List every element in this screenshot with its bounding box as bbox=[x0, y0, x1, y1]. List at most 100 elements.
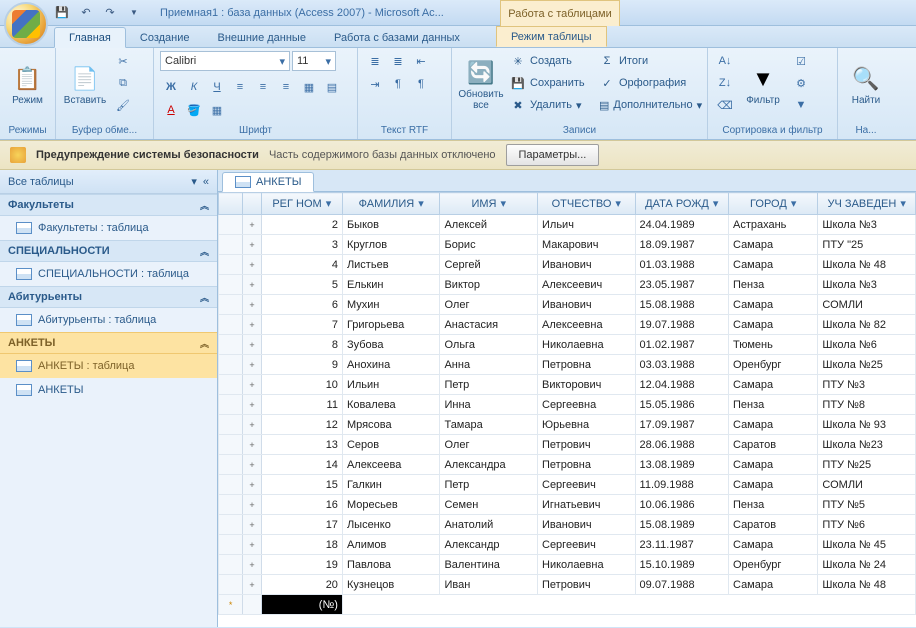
row-selector[interactable] bbox=[219, 435, 243, 455]
expand-button[interactable]: + bbox=[243, 255, 261, 275]
cell[interactable]: 10 bbox=[261, 375, 342, 395]
cell[interactable]: 19.07.1988 bbox=[635, 315, 728, 335]
expand-button[interactable]: + bbox=[243, 235, 261, 255]
new-row[interactable]: *(№) bbox=[219, 595, 916, 615]
table-row[interactable]: +18АлимовАлександрСергеевич23.11.1987Сам… bbox=[219, 535, 916, 555]
expand-button[interactable]: + bbox=[243, 535, 261, 555]
column-header[interactable]: ФАМИЛИЯ▾ bbox=[342, 193, 440, 215]
cell[interactable]: Иван bbox=[440, 575, 538, 595]
cell[interactable]: ПТУ №25 bbox=[818, 455, 916, 475]
table-row[interactable]: +14АлексееваАлександраПетровна13.08.1989… bbox=[219, 455, 916, 475]
cell[interactable]: Галкин bbox=[342, 475, 440, 495]
sort-asc-button[interactable]: A↓ bbox=[714, 51, 736, 71]
cell[interactable]: Астрахань bbox=[729, 215, 818, 235]
underline-button[interactable]: Ч bbox=[206, 77, 228, 97]
cell[interactable]: 17.09.1987 bbox=[635, 415, 728, 435]
cell[interactable]: Школа №23 bbox=[818, 435, 916, 455]
cell[interactable]: Школа №3 bbox=[818, 275, 916, 295]
dropdown-icon[interactable]: ▾ bbox=[326, 198, 332, 210]
row-selector[interactable] bbox=[219, 455, 243, 475]
find-button[interactable]: 🔍 Найти bbox=[844, 51, 888, 119]
cell[interactable]: 2 bbox=[261, 215, 342, 235]
data-grid[interactable]: РЕГ НОМ▾ФАМИЛИЯ▾ИМЯ▾ОТЧЕСТВО▾ДАТА РОЖД▾Г… bbox=[218, 192, 916, 627]
cell[interactable]: Ильич bbox=[538, 215, 636, 235]
cell[interactable]: Семен bbox=[440, 495, 538, 515]
cell[interactable]: Мухин bbox=[342, 295, 440, 315]
row-selector[interactable] bbox=[219, 335, 243, 355]
cell[interactable]: Ильин bbox=[342, 375, 440, 395]
cell[interactable]: Оренбург bbox=[729, 355, 818, 375]
expand-button[interactable]: + bbox=[243, 555, 261, 575]
cell[interactable]: Иванович bbox=[538, 515, 636, 535]
format-painter-button[interactable]: 🖌 bbox=[112, 95, 134, 115]
nav-header[interactable]: Все таблицы ▾ « bbox=[0, 170, 217, 194]
cell[interactable]: Иванович bbox=[538, 255, 636, 275]
column-header[interactable]: ИМЯ▾ bbox=[440, 193, 538, 215]
cell[interactable]: Пенза bbox=[729, 395, 818, 415]
table-row[interactable]: +20КузнецовИванПетрович09.07.1988СамараШ… bbox=[219, 575, 916, 595]
altrow-button[interactable]: ▤ bbox=[321, 77, 343, 97]
options-button[interactable]: Параметры... bbox=[506, 144, 600, 166]
mode-button[interactable]: 📋 Режим bbox=[6, 51, 49, 119]
nav-group-header[interactable]: АНКЕТЫ︽ bbox=[0, 332, 217, 354]
sort-desc-button[interactable]: Z↓ bbox=[714, 73, 736, 93]
dropdown-icon[interactable]: ▾ bbox=[713, 198, 719, 210]
expand-button[interactable]: + bbox=[243, 395, 261, 415]
nav-item[interactable]: СПЕЦИАЛЬНОСТИ : таблица bbox=[0, 262, 217, 286]
cell[interactable]: 28.06.1988 bbox=[635, 435, 728, 455]
cell[interactable]: Анастасия bbox=[440, 315, 538, 335]
column-header[interactable]: ДАТА РОЖД▾ bbox=[635, 193, 728, 215]
row-selector[interactable] bbox=[219, 535, 243, 555]
cell[interactable]: Юрьевна bbox=[538, 415, 636, 435]
cell[interactable]: (№) bbox=[261, 595, 342, 615]
cell[interactable]: 20 bbox=[261, 575, 342, 595]
row-selector[interactable] bbox=[219, 295, 243, 315]
row-selector[interactable] bbox=[219, 315, 243, 335]
cell[interactable]: ПТУ №3 bbox=[818, 375, 916, 395]
delete-record-button[interactable]: ✖Удалить ▾ bbox=[508, 95, 593, 115]
numbering-button[interactable]: ≣ bbox=[387, 51, 409, 71]
cell[interactable]: Анохина bbox=[342, 355, 440, 375]
table-row[interactable]: +6МухинОлегИванович15.08.1988СамараСОМЛИ bbox=[219, 295, 916, 315]
cell[interactable]: ПТУ №8 bbox=[818, 395, 916, 415]
table-row[interactable]: +3КругловБорисМакарович18.09.1987СамараП… bbox=[219, 235, 916, 255]
new-record-button[interactable]: ✳Создать bbox=[508, 51, 593, 71]
gridlines-button[interactable]: ▦ bbox=[298, 77, 320, 97]
copy-button[interactable]: ⧉ bbox=[112, 73, 134, 93]
expand-button[interactable]: + bbox=[243, 275, 261, 295]
cell[interactable]: Саратов bbox=[729, 515, 818, 535]
office-button[interactable] bbox=[4, 2, 48, 46]
cell[interactable]: 14 bbox=[261, 455, 342, 475]
cell[interactable]: 5 bbox=[261, 275, 342, 295]
nav-group-header[interactable]: Абитурьенты︽ bbox=[0, 286, 217, 308]
cell[interactable]: Быков bbox=[342, 215, 440, 235]
column-header[interactable]: ОТЧЕСТВО▾ bbox=[538, 193, 636, 215]
cell[interactable]: 11 bbox=[261, 395, 342, 415]
cell[interactable]: Инна bbox=[440, 395, 538, 415]
cell[interactable]: Моресьев bbox=[342, 495, 440, 515]
cell[interactable]: Школа № 48 bbox=[818, 255, 916, 275]
tab-home[interactable]: Главная bbox=[54, 27, 126, 48]
row-selector[interactable] bbox=[219, 415, 243, 435]
cell[interactable]: Сергеевич bbox=[538, 535, 636, 555]
nav-item[interactable]: АНКЕТЫ bbox=[0, 378, 217, 402]
nav-item[interactable]: Абитурьенты : таблица bbox=[0, 308, 217, 332]
cell[interactable]: Алимов bbox=[342, 535, 440, 555]
cell[interactable]: ПТУ №5 bbox=[818, 495, 916, 515]
save-icon[interactable]: 💾 bbox=[54, 5, 70, 21]
expand-button[interactable]: + bbox=[243, 575, 261, 595]
cell[interactable]: Макарович bbox=[538, 235, 636, 255]
cell[interactable]: Петрович bbox=[538, 435, 636, 455]
cell[interactable]: 15.10.1989 bbox=[635, 555, 728, 575]
expand-button[interactable]: + bbox=[243, 515, 261, 535]
indent-dec-button[interactable]: ⇤ bbox=[410, 51, 432, 71]
cell[interactable]: Кузнецов bbox=[342, 575, 440, 595]
tab-create[interactable]: Создание bbox=[126, 28, 204, 47]
cell[interactable]: Школа № 45 bbox=[818, 535, 916, 555]
tab-dbwork[interactable]: Работа с базами данных bbox=[320, 28, 474, 47]
expand-button[interactable]: + bbox=[243, 315, 261, 335]
cell[interactable]: 18.09.1987 bbox=[635, 235, 728, 255]
row-selector[interactable] bbox=[219, 235, 243, 255]
cell[interactable]: Мрясова bbox=[342, 415, 440, 435]
cell[interactable]: Школа № 48 bbox=[818, 575, 916, 595]
